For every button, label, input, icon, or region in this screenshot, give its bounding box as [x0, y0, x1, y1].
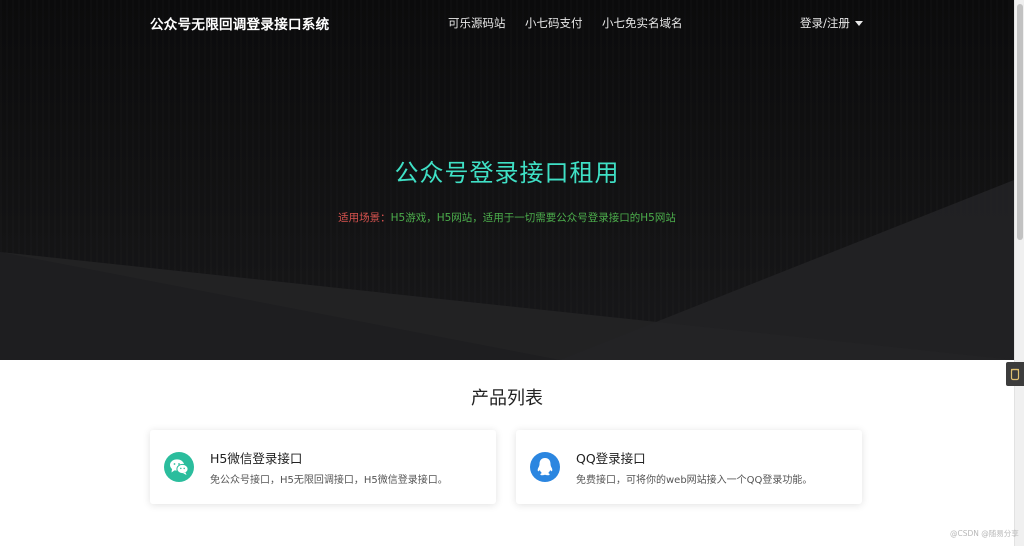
- floating-side-widget[interactable]: [1006, 362, 1024, 386]
- product-title: H5微信登录接口: [210, 451, 303, 466]
- hero-subtitle-value: H5游戏，H5网站，适用于一切需要公众号登录接口的H5网站: [390, 212, 676, 224]
- product-card-wechat-login[interactable]: H5微信登录接口 免公众号接口，H5无限回调接口，H5微信登录接口。: [150, 430, 496, 504]
- product-description: 免费接口，可将你的web网站接入一个QQ登录功能。: [576, 475, 813, 486]
- wechat-icon: [164, 452, 194, 482]
- nav-link-xiaoqi-pay[interactable]: 小七码支付: [525, 15, 583, 31]
- product-card-qq-login[interactable]: QQ登录接口 免费接口，可将你的web网站接入一个QQ登录功能。: [516, 430, 862, 504]
- page-scrollbar[interactable]: [1014, 0, 1024, 546]
- hero-title: 公众号登录接口租用: [394, 159, 620, 187]
- products-section-title: 产品列表: [471, 388, 543, 409]
- caret-down-icon: [854, 20, 863, 26]
- login-register-label: 登录/注册: [800, 16, 850, 30]
- brand-title[interactable]: 公众号无限回调登录接口系统: [150, 13, 329, 33]
- scrollbar-thumb[interactable]: [1017, 4, 1023, 240]
- nav-link-kele-source[interactable]: 可乐源码站: [448, 15, 506, 31]
- hero-subtitle: 适用场景：H5游戏，H5网站，适用于一切需要公众号登录接口的H5网站: [0, 210, 1014, 225]
- product-title: QQ登录接口: [576, 451, 646, 466]
- hero-section: 公众号无限回调登录接口系统 可乐源码站 小七码支付 小七免实名域名 登录/注册 …: [0, 0, 1014, 360]
- login-register-dropdown[interactable]: 登录/注册: [800, 15, 863, 31]
- hero-subtitle-label: 适用场景：: [338, 212, 391, 224]
- page: 公众号无限回调登录接口系统 可乐源码站 小七码支付 小七免实名域名 登录/注册 …: [0, 0, 1024, 546]
- nav-link-xiaoqi-domain[interactable]: 小七免实名域名: [602, 15, 683, 31]
- product-description: 免公众号接口，H5无限回调接口，H5微信登录接口。: [210, 475, 448, 486]
- qq-icon: [530, 452, 560, 482]
- cup-icon: [1010, 368, 1020, 381]
- watermark-text: @CSDN @随易分享: [950, 529, 1019, 538]
- top-navbar: 公众号无限回调登录接口系统 可乐源码站 小七码支付 小七免实名域名 登录/注册: [0, 0, 1014, 44]
